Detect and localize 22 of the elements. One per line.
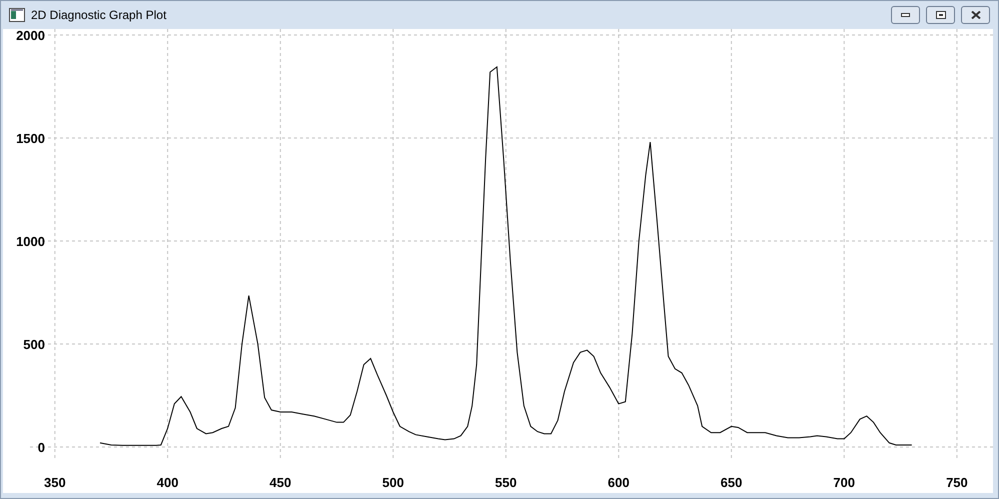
x-axis-label: 450	[270, 475, 292, 490]
x-axis-label: 550	[495, 475, 517, 490]
y-axis-label: 1500	[16, 131, 45, 146]
restore-icon	[936, 11, 946, 19]
close-icon	[970, 11, 980, 19]
window-title: 2D Diagnostic Graph Plot	[31, 7, 166, 24]
x-axis-label: 350	[44, 475, 66, 490]
y-axis-label: 500	[23, 337, 45, 352]
minimize-button[interactable]	[891, 6, 920, 24]
x-axis-label: 500	[382, 475, 404, 490]
x-axis-label: 700	[833, 475, 856, 490]
app-icon	[9, 8, 25, 22]
x-axis-label: 650	[720, 475, 742, 490]
minimize-icon	[901, 13, 910, 17]
x-axis-label: 600	[608, 475, 630, 490]
close-button[interactable]	[961, 6, 990, 24]
y-axis-label: 1000	[16, 234, 45, 250]
y-axis-label: 2000	[16, 29, 45, 43]
restore-button[interactable]	[926, 6, 955, 24]
x-axis-label: 400	[156, 475, 178, 490]
y-axis-label: 0	[38, 440, 45, 456]
x-axis-label: 750	[946, 475, 968, 490]
